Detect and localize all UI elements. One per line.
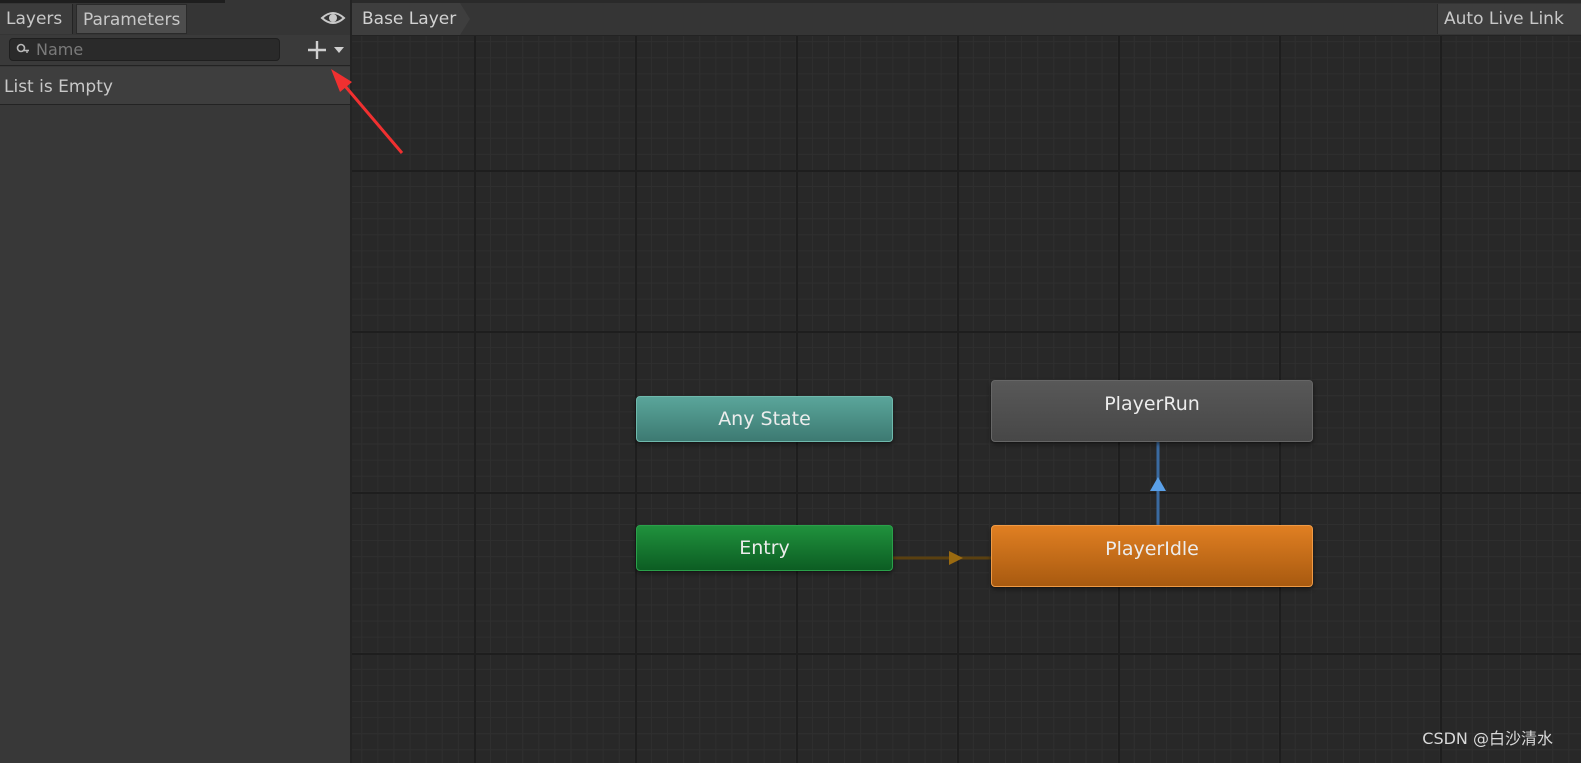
graph-toolbar: Base Layer Auto Live Link <box>352 0 1581 36</box>
tab-layers[interactable]: Layers <box>0 4 73 34</box>
state-entry[interactable]: Entry <box>636 525 893 571</box>
chevron-down-icon <box>334 47 344 53</box>
parameter-list: List is Empty <box>0 67 350 105</box>
parameter-search-row <box>0 35 350 66</box>
eye-icon[interactable] <box>320 8 346 28</box>
panel-tab-bar: Layers Parameters <box>0 0 350 36</box>
animator-graph-canvas[interactable]: Any State Entry PlayerRun PlayerIdle <box>352 36 1581 763</box>
breadcrumb-base-layer: Base Layer <box>362 9 457 29</box>
state-any-state[interactable]: Any State <box>636 396 893 442</box>
plus-icon <box>308 41 326 59</box>
search-field[interactable] <box>9 38 280 61</box>
watermark: CSDN @白沙清水 <box>1422 729 1553 748</box>
transition-entry-to-playeridle[interactable] <box>893 551 991 565</box>
parameters-panel: Layers Parameters List is Empty <box>0 0 352 763</box>
transition-playeridle-to-playerrun[interactable] <box>1150 442 1166 525</box>
state-playerrun[interactable]: PlayerRun <box>991 380 1313 442</box>
empty-list-message: List is Empty <box>4 77 113 97</box>
state-playeridle[interactable]: PlayerIdle <box>991 525 1313 587</box>
search-icon <box>16 43 29 53</box>
breadcrumb[interactable]: Base Layer <box>352 3 470 35</box>
add-parameter-button[interactable] <box>304 38 348 62</box>
search-input[interactable] <box>36 39 276 60</box>
tab-parameters[interactable]: Parameters <box>76 4 187 34</box>
auto-live-link-button[interactable]: Auto Live Link <box>1437 4 1581 34</box>
transition-layer <box>893 442 1166 565</box>
